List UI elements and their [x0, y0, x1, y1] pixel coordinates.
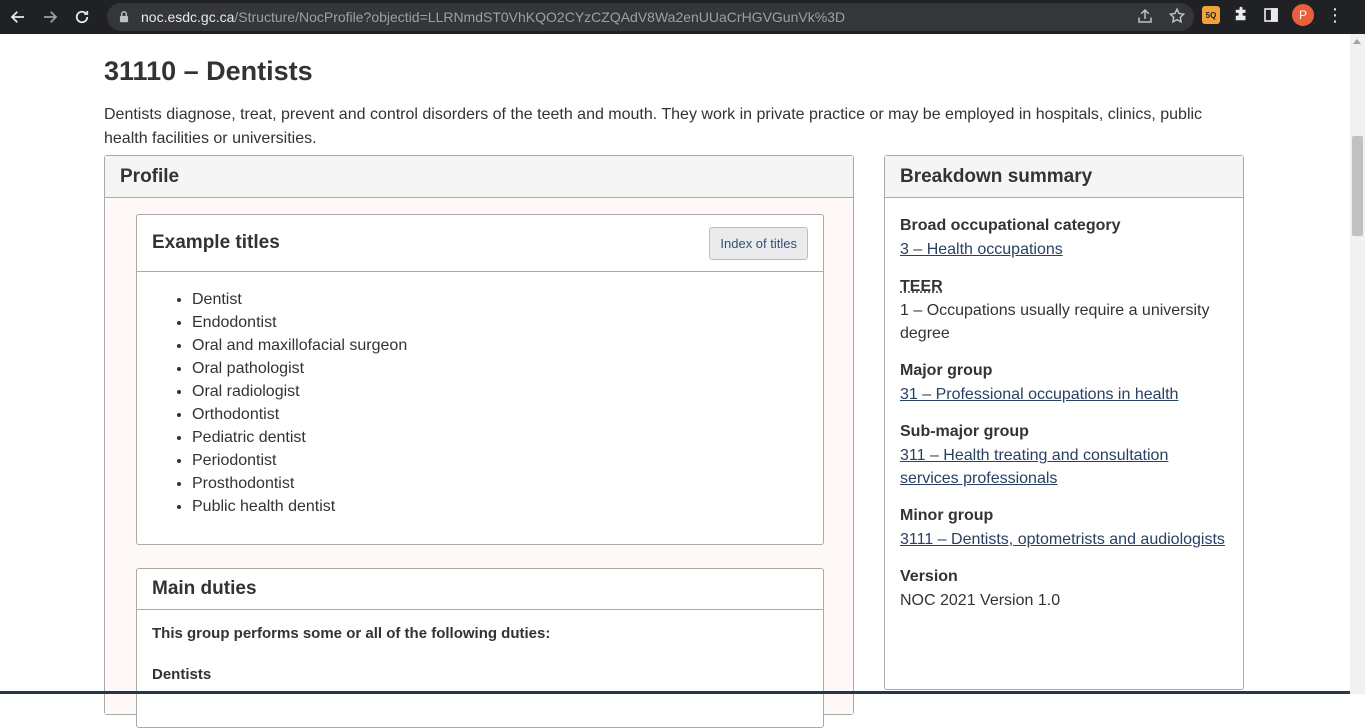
breakdown-label: Major group	[900, 362, 993, 379]
bookmark-star-icon[interactable]	[1168, 7, 1186, 25]
major-group-link[interactable]: 31 – Professional occupations in health	[900, 386, 1178, 403]
sub-major-group-link[interactable]: 311 – Health treating and consultation s…	[900, 447, 1168, 487]
reload-icon	[75, 10, 89, 24]
url-text: noc.esdc.gc.ca/Structure/NocProfile?obje…	[141, 9, 845, 25]
profile-heading: Profile	[105, 156, 853, 198]
breakdown-item-minor-group: Minor group 3111 – Dentists, optometrist…	[900, 504, 1228, 551]
more-menu-icon[interactable]: ⋮	[1326, 6, 1344, 24]
list-item: Periodontist	[192, 449, 823, 472]
url-path: /Structure/NocProfile?objectid=LLRNmdST0…	[234, 9, 846, 25]
page-title: 31110 – Dentists	[104, 56, 313, 86]
version-value: NOC 2021 Version 1.0	[900, 592, 1061, 609]
main-duties-subheading: Dentists	[152, 666, 212, 683]
page-scrollbar[interactable]	[1350, 34, 1365, 694]
main-duties-intro: This group performs some or all of the f…	[152, 625, 551, 642]
reload-button[interactable]	[68, 3, 96, 31]
list-item: Endodontist	[192, 311, 823, 334]
list-item: Oral pathologist	[192, 357, 823, 380]
list-item: Orthodontist	[192, 403, 823, 426]
broad-category-link[interactable]: 3 – Health occupations	[900, 241, 1063, 258]
list-item: Oral radiologist	[192, 380, 823, 403]
breakdown-summary-panel: Breakdown summary Broad occupational cat…	[884, 155, 1244, 690]
arrow-right-icon	[44, 11, 58, 23]
breakdown-label: Version	[900, 568, 958, 585]
url-host: noc.esdc.gc.ca	[141, 9, 235, 25]
extension-icon[interactable]: 5Q	[1202, 6, 1220, 24]
profile-avatar[interactable]: P	[1292, 4, 1314, 26]
side-panel-icon[interactable]	[1262, 6, 1280, 24]
back-button[interactable]	[4, 3, 32, 31]
example-titles-list: Dentist Endodontist Oral and maxillofaci…	[137, 272, 823, 518]
breakdown-item-version: Version NOC 2021 Version 1.0	[900, 565, 1228, 612]
puzzle-extensions-icon[interactable]	[1232, 6, 1250, 24]
lock-icon	[119, 11, 129, 23]
main-duties-panel: Main duties This group performs some or …	[136, 568, 824, 728]
list-item: Dentist	[192, 288, 823, 311]
forward-button[interactable]	[36, 3, 64, 31]
profile-body: Example titles Index of titles Dentist E…	[105, 199, 853, 728]
address-bar[interactable]: noc.esdc.gc.ca/Structure/NocProfile?obje…	[107, 3, 1194, 31]
scroll-up-arrow-icon[interactable]	[1353, 39, 1361, 44]
breakdown-item-teer: TEER 1 – Occupations usually require a u…	[900, 275, 1228, 345]
breakdown-body: Broad occupational category 3 – Health o…	[885, 198, 1243, 612]
share-icon[interactable]	[1136, 7, 1154, 25]
example-titles-heading: Example titles	[152, 232, 280, 253]
list-item: Prosthodontist	[192, 472, 823, 495]
list-item: Oral and maxillofacial surgeon	[192, 334, 823, 357]
scroll-thumb[interactable]	[1352, 136, 1363, 236]
list-item: Pediatric dentist	[192, 426, 823, 449]
teer-value: 1 – Occupations usually require a univer…	[900, 302, 1210, 342]
example-titles-panel: Example titles Index of titles Dentist E…	[136, 214, 824, 545]
index-of-titles-button[interactable]: Index of titles	[709, 226, 808, 260]
minor-group-link[interactable]: 3111 – Dentists, optometrists and audiol…	[900, 531, 1225, 548]
main-duties-header: Main duties	[137, 569, 823, 610]
page-lead: Dentists diagnose, treat, prevent and co…	[104, 106, 1203, 147]
main-duties-heading: Main duties	[152, 578, 257, 599]
breakdown-item-major-group: Major group 31 – Professional occupation…	[900, 359, 1228, 406]
breakdown-label: Minor group	[900, 507, 994, 524]
list-item: Public health dentist	[192, 495, 823, 518]
browser-toolbar: noc.esdc.gc.ca/Structure/NocProfile?obje…	[0, 0, 1365, 34]
example-titles-header: Example titles Index of titles	[137, 215, 823, 272]
breakdown-label: Broad occupational category	[900, 217, 1121, 234]
profile-panel: Profile Example titles Index of titles D…	[104, 155, 854, 728]
breakdown-heading: Breakdown summary	[885, 156, 1243, 198]
breakdown-item-sub-major-group: Sub-major group 311 – Health treating an…	[900, 420, 1228, 490]
arrow-left-icon	[10, 11, 24, 23]
breakdown-label: Sub-major group	[900, 423, 1029, 440]
breakdown-label-teer: TEER	[900, 278, 943, 295]
breakdown-item-broad-category: Broad occupational category 3 – Health o…	[900, 214, 1228, 261]
